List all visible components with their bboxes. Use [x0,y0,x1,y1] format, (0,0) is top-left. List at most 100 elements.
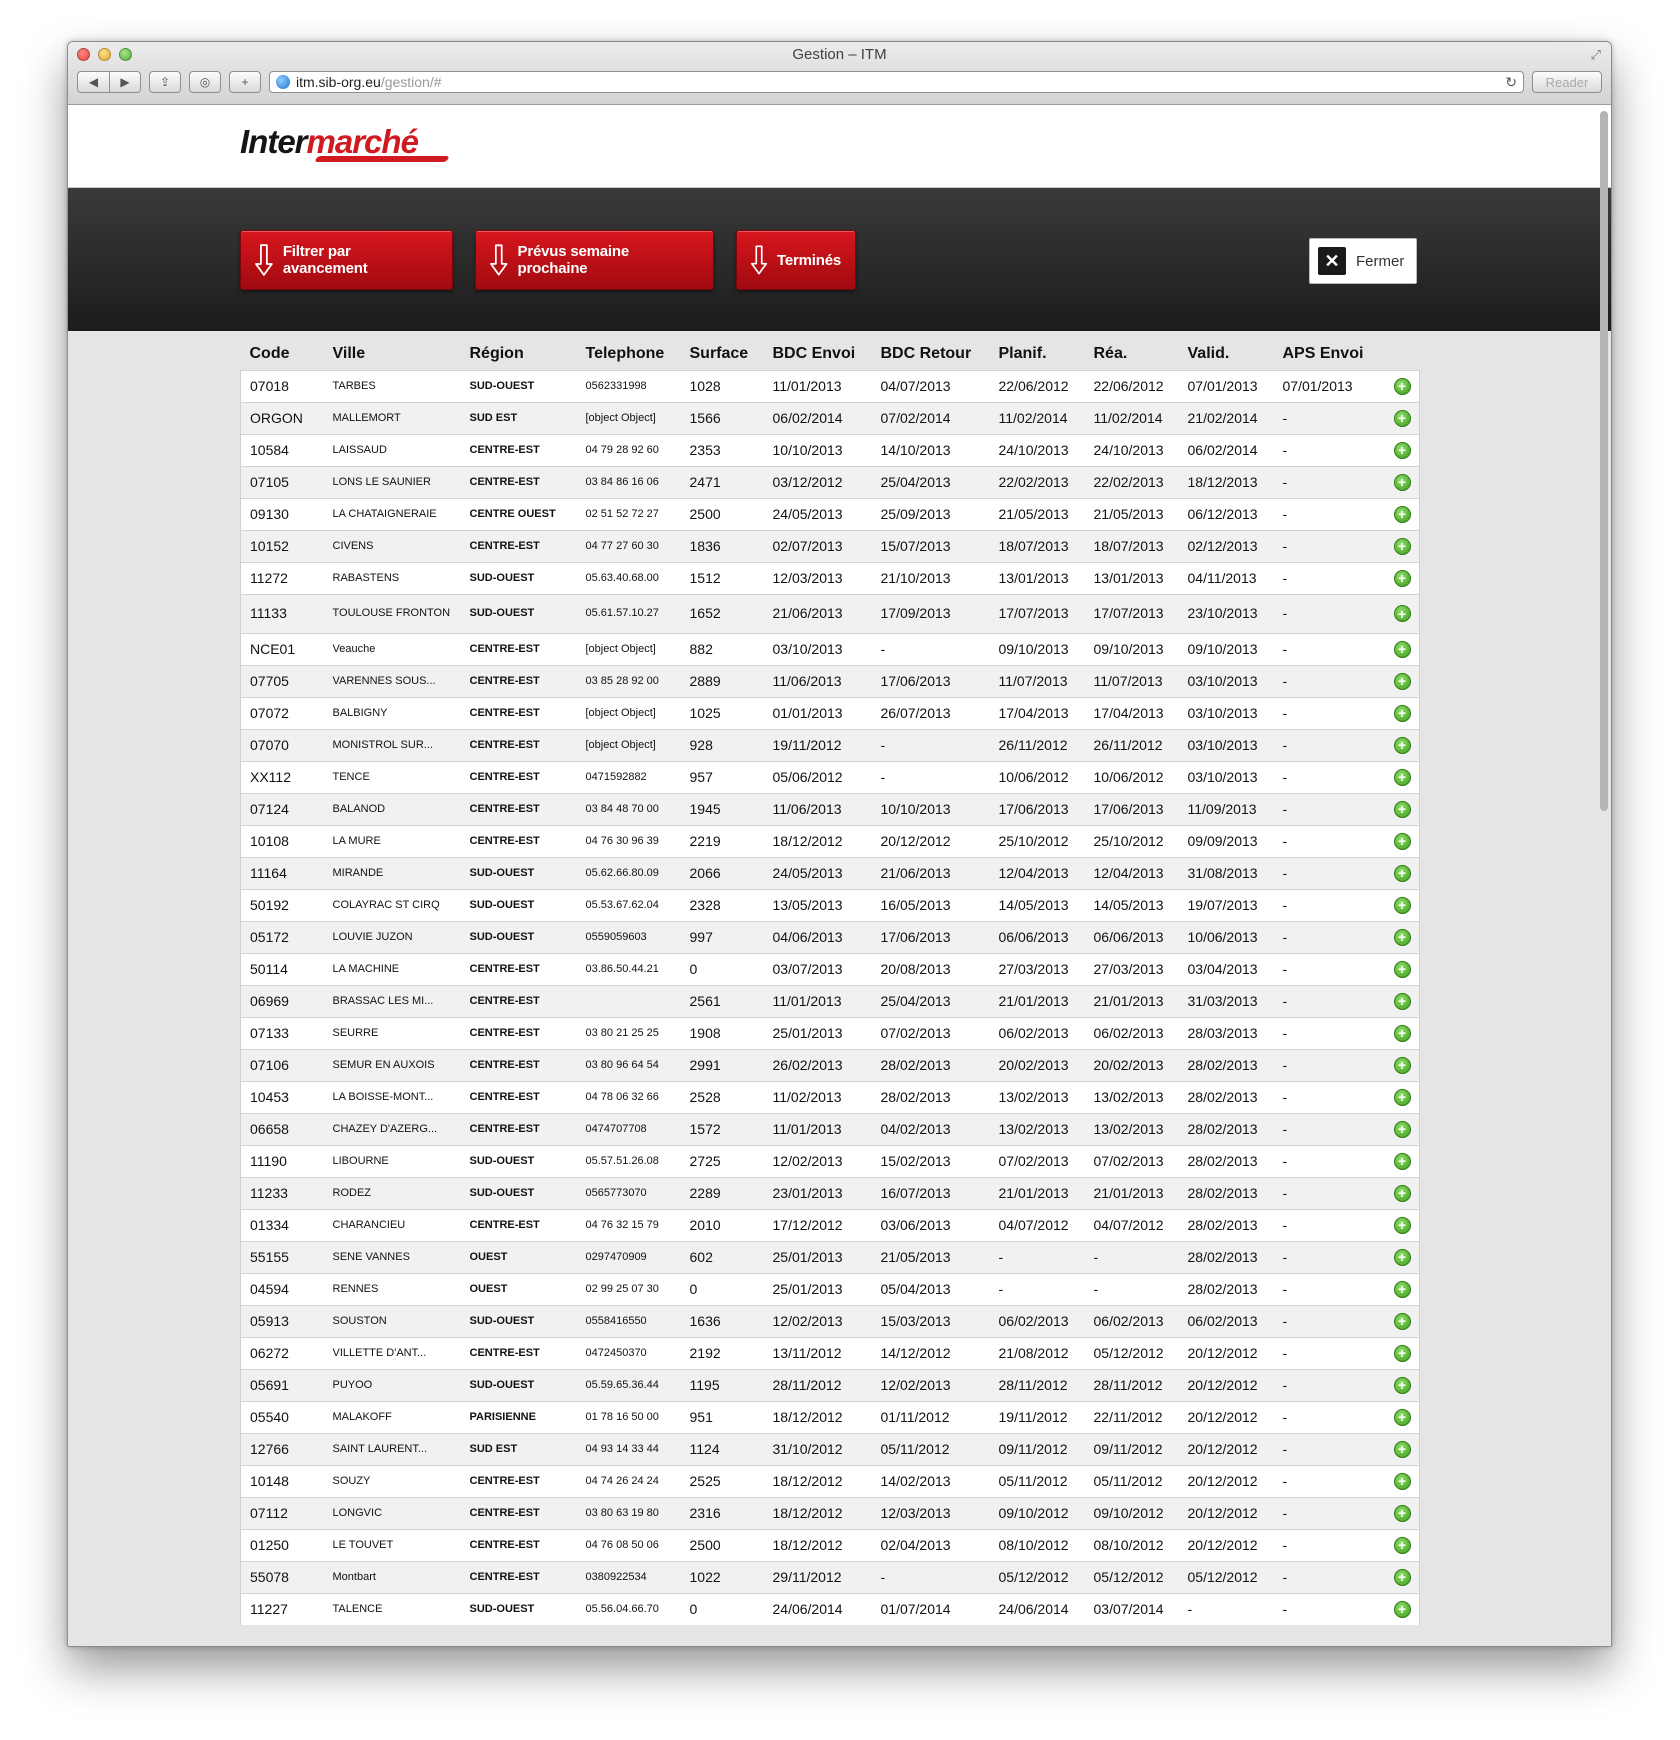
table-row[interactable]: 07105 LONS LE SAUNIER CENTRE-EST 03 84 86 1… [240,465,1420,498]
table-row[interactable]: 55078 Montbart CENTRE-EST 0380922534 1022 29/… [240,1560,1420,1593]
table-row[interactable]: XX112 TENCE CENTRE-EST 0471592882 957 05/06/2… [240,760,1420,793]
table-row[interactable]: 11164 MIRANDE SUD-OUEST 05.62.66.80.09 2066 2… [240,856,1420,889]
add-plus-icon[interactable]: + [1393,1504,1411,1522]
table-row[interactable]: 10584 LAISSAUD CENTRE-EST 04 79 28 92 60 235… [240,433,1420,466]
table-row[interactable]: 07072 BALBIGNY CENTRE-EST [object Object] 10… [240,696,1420,729]
intermarche-logo[interactable]: Intermarché [240,123,450,162]
column-header[interactable]: Planif. [990,338,1085,370]
table-row[interactable]: 07018 TARBES SUD-OUEST 0562331998 1028 11/01/… [240,369,1420,402]
add-plus-icon[interactable]: + [1393,1248,1411,1266]
table-row[interactable]: 07070 MONISTROL SUR... CENTRE-EST [object O… [240,728,1420,761]
add-plus-icon[interactable]: + [1393,928,1411,946]
add-plus-icon[interactable]: + [1393,832,1411,850]
page-scrollbar[interactable] [1600,111,1608,811]
forward-button[interactable]: ▶ [109,71,141,93]
column-header[interactable]: BDC Retour [872,338,990,370]
table-row[interactable]: 05172 LOUVIE JUZON SUD-OUEST 0559059603 997 0… [240,920,1420,953]
add-plus-icon[interactable]: + [1393,473,1411,491]
table-row[interactable]: 09130 LA CHATAIGNERAIE CENTRE OUEST 02 51 5… [240,497,1420,530]
add-plus-icon[interactable]: + [1393,1312,1411,1330]
table-row[interactable]: 12766 SAINT LAURENT... SUD EST 04 93 14 33 … [240,1432,1420,1465]
add-plus-icon[interactable]: + [1393,1472,1411,1490]
table-row[interactable]: 10148 SOUZY CENTRE-EST 04 74 26 24 24 2525 18… [240,1464,1420,1497]
table-row[interactable]: 05691 PUYOO SUD-OUEST 05.59.65.36.44 1195 28/… [240,1368,1420,1401]
new-tab-button[interactable]: + [229,71,261,93]
add-plus-icon[interactable]: + [1393,441,1411,459]
table-row[interactable]: NCE01 Veauche CENTRE-EST [object Object] 882… [240,632,1420,665]
table-row[interactable]: 07106 SEMUR EN AUXOIS CENTRE-EST 03 80 96 6… [240,1048,1420,1081]
add-plus-icon[interactable]: + [1393,1440,1411,1458]
add-plus-icon[interactable]: + [1393,768,1411,786]
add-plus-icon[interactable]: + [1393,409,1411,427]
add-plus-icon[interactable]: + [1393,1152,1411,1170]
top-sites-button[interactable]: ◎ [189,71,221,93]
reload-icon[interactable]: ↻ [1505,74,1517,91]
add-plus-icon[interactable]: + [1393,800,1411,818]
table-row[interactable]: 07124 BALANOD CENTRE-EST 03 84 48 70 00 1945… [240,792,1420,825]
table-row[interactable]: 11190 LIBOURNE SUD-OUEST 05.57.51.26.08 2725… [240,1144,1420,1177]
table-row[interactable]: 11233 RODEZ SUD-OUEST 0565773070 2289 23/01/2… [240,1176,1420,1209]
add-plus-icon[interactable]: + [1393,1024,1411,1042]
add-plus-icon[interactable]: + [1393,704,1411,722]
add-plus-icon[interactable]: + [1393,1088,1411,1106]
add-plus-icon[interactable]: + [1393,1344,1411,1362]
add-plus-icon[interactable]: + [1393,605,1411,622]
add-plus-icon[interactable]: + [1393,1184,1411,1202]
back-button[interactable]: ◀ [77,71,109,93]
add-plus-icon[interactable]: + [1393,672,1411,690]
done-button[interactable]: Terminés [736,230,856,290]
add-plus-icon[interactable]: + [1393,960,1411,978]
add-plus-icon[interactable]: + [1393,896,1411,914]
column-header[interactable]: Réa. [1085,338,1179,370]
column-header[interactable]: Région [461,338,577,370]
add-plus-icon[interactable]: + [1393,1568,1411,1586]
column-header[interactable]: Ville [324,338,461,370]
add-plus-icon[interactable]: + [1393,736,1411,754]
table-row[interactable]: 10152 CIVENS CENTRE-EST 04 77 27 60 30 1836 0… [240,529,1420,562]
table-row[interactable]: 05540 MALAKOFF PARISIENNE 01 78 16 50 00 951… [240,1400,1420,1433]
table-row[interactable]: 55155 SENE VANNES OUEST 0297470909 602 25/01/… [240,1240,1420,1273]
table-row[interactable]: 50114 LA MACHINE CENTRE-EST 03.86.50.44.21 0… [240,952,1420,985]
column-header[interactable]: Telephone [577,338,681,370]
reader-button[interactable]: Reader [1532,71,1602,93]
address-bar[interactable]: itm.sib-org.eu/gestion/# ↻ [269,71,1524,93]
add-plus-icon[interactable]: + [1393,992,1411,1010]
table-row[interactable]: 10108 LA MURE CENTRE-EST 04 76 30 96 39 2219… [240,824,1420,857]
column-header[interactable]: BDC Envoi [764,338,872,370]
table-row[interactable]: 04594 RENNES OUEST 02 99 25 07 30 0 25/01/201… [240,1272,1420,1305]
next-week-button[interactable]: Prévus semaine prochaine [475,230,714,290]
table-row[interactable]: 01334 CHARANCIEU CENTRE-EST 04 76 32 15 79 2… [240,1208,1420,1241]
add-plus-icon[interactable]: + [1393,1536,1411,1554]
table-row[interactable]: 06272 VILLETTE D'ANT... CENTRE-EST 04724503… [240,1336,1420,1369]
add-plus-icon[interactable]: + [1393,1056,1411,1074]
table-row[interactable]: 01250 LE TOUVET CENTRE-EST 04 76 08 50 06 25… [240,1528,1420,1561]
fullscreen-icon[interactable]: ⤢ [1591,47,1601,63]
share-button[interactable]: ⇪ [149,71,181,93]
table-row[interactable]: 05913 SOUSTON SUD-OUEST 0558416550 1636 12/02… [240,1304,1420,1337]
add-plus-icon[interactable]: + [1393,569,1411,587]
add-plus-icon[interactable]: + [1393,505,1411,523]
add-plus-icon[interactable]: + [1393,640,1411,658]
table-row[interactable]: 07705 VARENNES SOUS... CENTRE-EST 03 85 28 … [240,664,1420,697]
table-row[interactable]: 06969 BRASSAC LES MI... CENTRE-EST 2561 11/0… [240,984,1420,1017]
table-row[interactable]: 11272 RABASTENS SUD-OUEST 05.63.40.68.00 151… [240,561,1420,594]
add-plus-icon[interactable]: + [1393,1408,1411,1426]
column-header[interactable]: Surface [681,338,764,370]
table-row[interactable]: 50192 COLAYRAC ST CIRQ SUD-OUEST 05.53.67.6… [240,888,1420,921]
table-row[interactable]: 10453 LA BOISSE-MONT... CENTRE-EST 04 78 06… [240,1080,1420,1113]
table-row[interactable]: 07112 LONGVIC CENTRE-EST 03 80 63 19 80 2316… [240,1496,1420,1529]
table-row[interactable]: ORGON MALLEMORT SUD EST [object Object] 1566… [240,401,1420,434]
add-plus-icon[interactable]: + [1393,1216,1411,1234]
close-button[interactable]: ✕ Fermer [1309,238,1417,284]
table-row[interactable]: 11227 TALENCE SUD-OUEST 05.56.04.66.70 0 24/0… [240,1592,1420,1625]
filter-progress-button[interactable]: Filtrer par avancement [240,230,453,290]
column-header[interactable]: APS Envoi [1274,338,1385,370]
add-plus-icon[interactable]: + [1393,1280,1411,1298]
add-plus-icon[interactable]: + [1393,537,1411,555]
add-plus-icon[interactable]: + [1393,1376,1411,1394]
table-row[interactable]: 11133 TOULOUSE FRONTON SUD-OUEST 05.61.57.1… [240,593,1420,633]
add-plus-icon[interactable]: + [1393,1600,1411,1618]
table-row[interactable]: 06658 CHAZEY D'AZERG... CENTRE-EST 04747077… [240,1112,1420,1145]
column-header[interactable]: Valid. [1179,338,1274,370]
column-header[interactable]: Code [241,338,324,370]
